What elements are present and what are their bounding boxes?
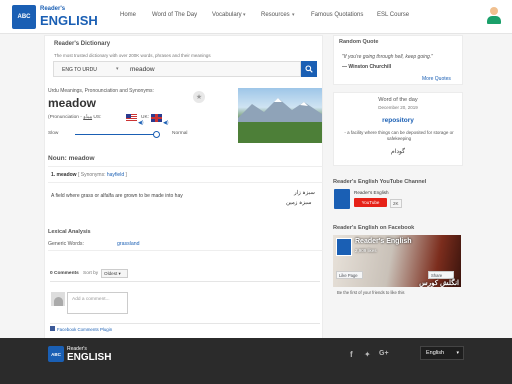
search-button[interactable] (301, 61, 317, 77)
youtube-title: Reader's English YouTube Channel (333, 179, 427, 185)
dictionary-card: Reader's Dictionary The most trusted dic… (44, 35, 323, 340)
favorite-star-icon[interactable]: ★ (193, 91, 205, 103)
slow-label: Slow (48, 131, 59, 136)
nav-resources[interactable]: Resources (261, 12, 290, 18)
us-flag-icon[interactable] (126, 114, 137, 122)
nav-quotations[interactable]: Famous Quotations (311, 12, 363, 18)
wotd-card: Word of the day December 20, 2019 reposi… (333, 92, 463, 166)
logo-big: ENGLISH (40, 13, 98, 28)
footer-logo-big: ENGLISH (67, 352, 112, 363)
logo-badge: ABC (12, 5, 36, 29)
uk-flag-icon[interactable] (151, 114, 162, 122)
section-divider (48, 166, 323, 167)
wotd-word-link[interactable]: repository (334, 117, 462, 124)
speed-slider[interactable] (75, 131, 160, 138)
search-icon (305, 65, 313, 73)
dictionary-title: Reader's Dictionary (54, 41, 111, 47)
search-input[interactable]: meadow (130, 66, 155, 73)
synonym-link[interactable]: hayfield (107, 172, 124, 178)
pronunciation-row: (Pronunciation - مِیڈو US: (48, 115, 101, 120)
chevron-down-icon: ▾ (456, 350, 459, 356)
youtube-subscriber-count: 2K (390, 199, 402, 208)
fb-banner-text: انگلش کورس (419, 280, 459, 287)
sort-select[interactable]: Oldest ▾ (101, 269, 128, 278)
section-divider (50, 323, 320, 324)
sense-word: 1. meadow (51, 172, 77, 178)
footer-logo[interactable]: ABC Reader's ENGLISH (48, 344, 118, 370)
sort-label: Sort by (83, 271, 99, 276)
urdu-meaning-2: سبزہ زمین (286, 200, 312, 206)
nav-vocabulary[interactable]: Vocabulary (212, 12, 242, 18)
urdu-meaning-1: سبزہ زار (294, 190, 315, 196)
quote-author: — Winston Churchill (342, 64, 392, 70)
youtube-channel-name: Reader's English (354, 190, 389, 195)
chevron-down-icon: ▾ (116, 66, 119, 72)
header: ABC Reader's ENGLISH Home Word of The Da… (0, 0, 512, 34)
definition-text: A field where grass or alfalfa are grown… (51, 193, 183, 199)
entry-word: meadow (48, 96, 97, 110)
speaker-icon[interactable]: ◀) (138, 120, 144, 126)
entry-meta: Urdu Meanings, Pronounciation and Synony… (48, 88, 154, 94)
synonym-row: 1. meadow [ Synonyms: hayfield ] (51, 172, 127, 178)
wotd-date: December 20, 2019 (378, 105, 418, 110)
speaker-icon[interactable]: ◀) (163, 120, 169, 126)
facebook-plugin-link[interactable]: Facebook Comments Plugin (50, 326, 112, 332)
logo-small: Reader's (40, 6, 66, 12)
comment-input[interactable]: Add a comment... (67, 292, 128, 314)
wotd-title: Word of the day (378, 97, 418, 103)
normal-label: Normal (172, 131, 188, 136)
quote-text: "If you're going through hell, keep goin… (342, 54, 433, 60)
meadow-image (238, 88, 322, 143)
nav-esl[interactable]: ESL Course (377, 12, 409, 18)
facebook-icon (50, 326, 55, 331)
chevron-down-icon: ▾ (243, 12, 246, 18)
synonyms-close: ] (125, 172, 127, 178)
pronunciation-prefix: (Pronunciation - (48, 115, 82, 120)
language-select[interactable]: ENG TO URDU (62, 67, 97, 73)
footer: ABC Reader's ENGLISH f ✦ G+ English ▾ (0, 338, 512, 384)
nav-home[interactable]: Home (120, 12, 136, 18)
language-select[interactable]: English ▾ (420, 346, 464, 360)
search-bar: ENG TO URDU ▾ meadow (53, 61, 301, 77)
facebook-title: Reader's English on Facebook (333, 225, 415, 231)
comment-count: 0 Comments (50, 271, 79, 276)
wotd-definition: - a facility where things can be deposit… (344, 130, 454, 141)
commenter-avatar (51, 292, 65, 306)
footer-logo-badge: ABC (48, 346, 64, 362)
fb-likes-count: 2,909 likes (355, 248, 377, 253)
wotd-urdu: گودام (390, 149, 405, 155)
uk-label: UK: (141, 115, 149, 120)
section-divider (50, 281, 320, 282)
fb-page-logo[interactable] (336, 238, 352, 256)
facebook-icon[interactable]: f (350, 350, 353, 359)
youtube-subscribe-button[interactable]: YouTube (354, 198, 387, 207)
fb-like-page-button[interactable]: Like Page (336, 271, 363, 279)
fb-friends-text: Be the first of your friends to like thi… (337, 290, 405, 295)
quote-card: Random Quote "If you're going through he… (333, 35, 463, 85)
section-divider (48, 250, 323, 251)
fb-share-button[interactable]: Share (428, 271, 454, 279)
noun-header: Noun: meadow (48, 155, 95, 162)
pronunciation-urdu: مِیڈو (83, 115, 93, 120)
youtube-channel-logo[interactable] (334, 189, 350, 209)
more-quotes-link[interactable]: More Quotes (422, 76, 451, 82)
quote-title: Random Quote (339, 39, 379, 45)
facebook-page-widget: Reader's English 2,909 likes Like Page S… (333, 235, 461, 287)
chevron-down-icon: ▾ (292, 12, 295, 18)
fb-page-name[interactable]: Reader's English (355, 238, 412, 245)
user-avatar-icon[interactable] (486, 7, 502, 25)
twitter-icon[interactable]: ✦ (364, 350, 371, 359)
generic-word-link[interactable]: grassland (117, 241, 140, 247)
generic-words-label: Generic Words: (48, 241, 84, 247)
lexical-title: Lexical Analysis (48, 229, 91, 235)
nav-word-of-day[interactable]: Word of The Day (152, 12, 197, 18)
google-plus-icon[interactable]: G+ (379, 350, 389, 357)
section-divider (48, 182, 323, 183)
site-logo[interactable]: ABC Reader's ENGLISH (12, 4, 102, 30)
dictionary-subtitle: The most trusted dictionary with over 20… (54, 53, 211, 58)
synonyms-label: [ Synonyms: (77, 172, 106, 178)
us-label: US: (93, 115, 102, 120)
